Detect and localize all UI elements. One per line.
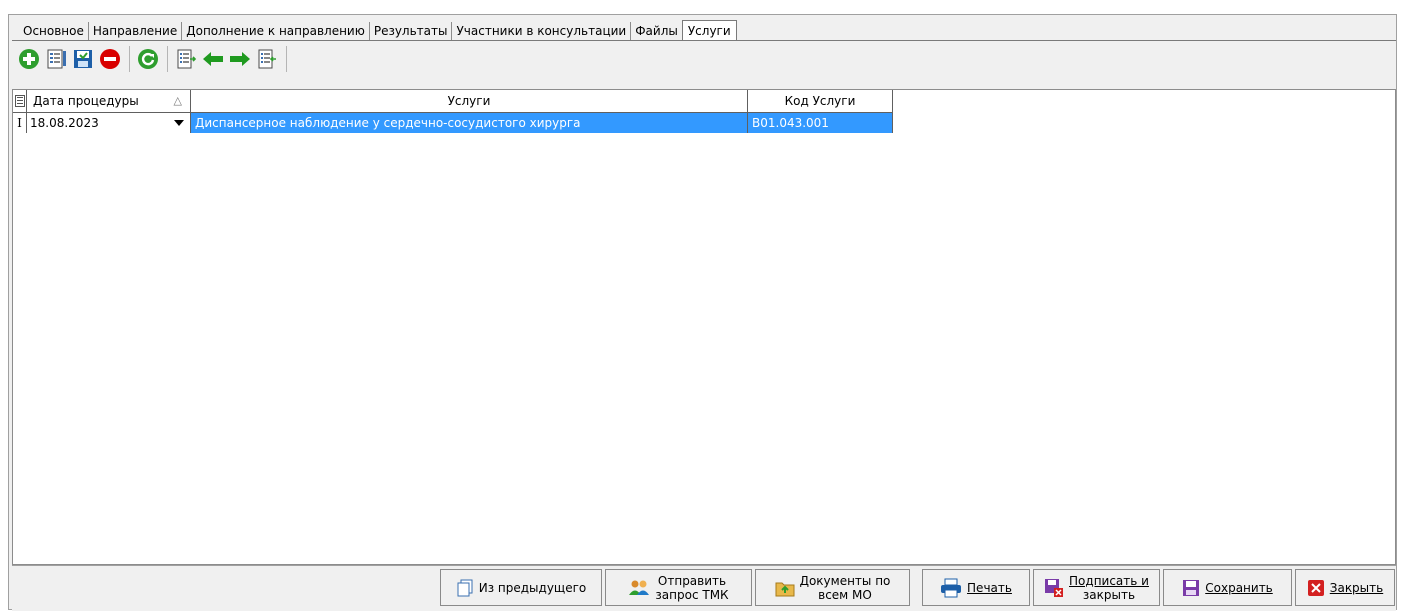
column-header-date-label: Дата процедуры <box>33 94 139 108</box>
floppy-icon <box>1183 579 1200 596</box>
arrow-left-icon <box>203 52 223 66</box>
copy-icon <box>457 579 473 596</box>
row-edit-indicator-icon: I <box>13 113 27 133</box>
column-header-service[interactable]: Услуги <box>191 90 748 112</box>
move-right-button[interactable] <box>227 46 253 72</box>
send-tmk-label: Отправить запрос ТМК <box>655 573 729 602</box>
grid-header: Дата процедуры △ Услуги Код Услуги <box>13 90 893 113</box>
folder-upload-icon <box>775 582 795 596</box>
sign-close-icon <box>1045 578 1064 597</box>
date-editor[interactable]: 18.08.2023 <box>27 113 191 133</box>
tab-dopolnenie[interactable]: Дополнение к направлению <box>182 22 370 40</box>
edit-button[interactable] <box>43 46 69 72</box>
delete-icon <box>100 49 120 69</box>
column-chooser-icon <box>15 95 25 107</box>
form-frame: Основное Направление Дополнение к направ… <box>8 14 1397 611</box>
send-tmk-button[interactable]: Отправить запрос ТМК <box>605 569 752 606</box>
tab-rezultaty[interactable]: Результаты <box>370 22 453 40</box>
table-row[interactable]: I 18.08.2023 Диспансерное наблюдение у с… <box>13 113 893 133</box>
toolbar <box>12 41 1396 77</box>
tab-napravlenie[interactable]: Направление <box>89 22 183 40</box>
users-icon <box>629 580 650 595</box>
save-record-button[interactable] <box>70 46 96 72</box>
refresh-icon <box>138 49 158 69</box>
service-cell[interactable]: Диспансерное наблюдение у сердечно-сосуд… <box>191 113 748 133</box>
delete-button[interactable] <box>97 46 123 72</box>
close-button[interactable]: Закрыть <box>1295 569 1395 606</box>
save-icon <box>74 50 92 68</box>
sign-and-close-button[interactable]: Подписать и закрыть <box>1033 569 1160 606</box>
export-icon <box>177 49 197 69</box>
tab-strip: Основное Направление Дополнение к направ… <box>19 20 737 41</box>
save-label: Сохранить <box>1205 580 1273 595</box>
toolbar-separator <box>286 46 287 72</box>
arrow-right-icon <box>230 52 250 66</box>
import-button[interactable] <box>254 46 280 72</box>
printer-icon <box>941 578 962 597</box>
services-grid: Дата процедуры △ Услуги Код Услуги I 18.… <box>12 89 1396 565</box>
column-header-date[interactable]: Дата процедуры △ <box>27 90 191 112</box>
from-previous-label: Из предыдущего <box>478 580 587 595</box>
tab-faily[interactable]: Файлы <box>631 22 682 40</box>
tab-uchastniki[interactable]: Участники в консультации <box>452 22 632 40</box>
refresh-button[interactable] <box>135 46 161 72</box>
toolbar-separator <box>129 46 130 72</box>
tab-uslugi[interactable]: Услуги <box>681 20 737 41</box>
documents-all-mo-label: Документы по всем МО <box>799 573 891 602</box>
close-icon <box>1307 579 1324 596</box>
edit-icon <box>47 49 66 69</box>
bottom-bar: Из предыдущего Отправить запрос ТМК Доку… <box>12 565 1396 611</box>
toolbar-separator <box>167 46 168 72</box>
column-header-code[interactable]: Код Услуги <box>748 90 893 112</box>
export-button[interactable] <box>173 46 199 72</box>
add-icon <box>19 49 39 69</box>
print-button[interactable]: Печать <box>922 569 1030 606</box>
column-chooser-button[interactable] <box>13 90 27 112</box>
save-button[interactable]: Сохранить <box>1163 569 1292 606</box>
import-icon <box>258 49 276 69</box>
sort-ascending-icon: △ <box>173 94 182 107</box>
print-label: Печать <box>967 580 1012 595</box>
sign-and-close-label: Подписать и закрыть <box>1069 573 1149 602</box>
from-previous-button[interactable]: Из предыдущего <box>440 569 602 606</box>
chevron-down-icon[interactable] <box>174 120 184 126</box>
add-button[interactable] <box>16 46 42 72</box>
date-value: 18.08.2023 <box>30 116 99 130</box>
close-label: Закрыть <box>1329 580 1384 595</box>
code-cell[interactable]: B01.043.001 <box>748 113 893 133</box>
move-left-button[interactable] <box>200 46 226 72</box>
tab-osnovnoe[interactable]: Основное <box>19 22 89 40</box>
documents-all-mo-button[interactable]: Документы по всем МО <box>755 569 910 606</box>
